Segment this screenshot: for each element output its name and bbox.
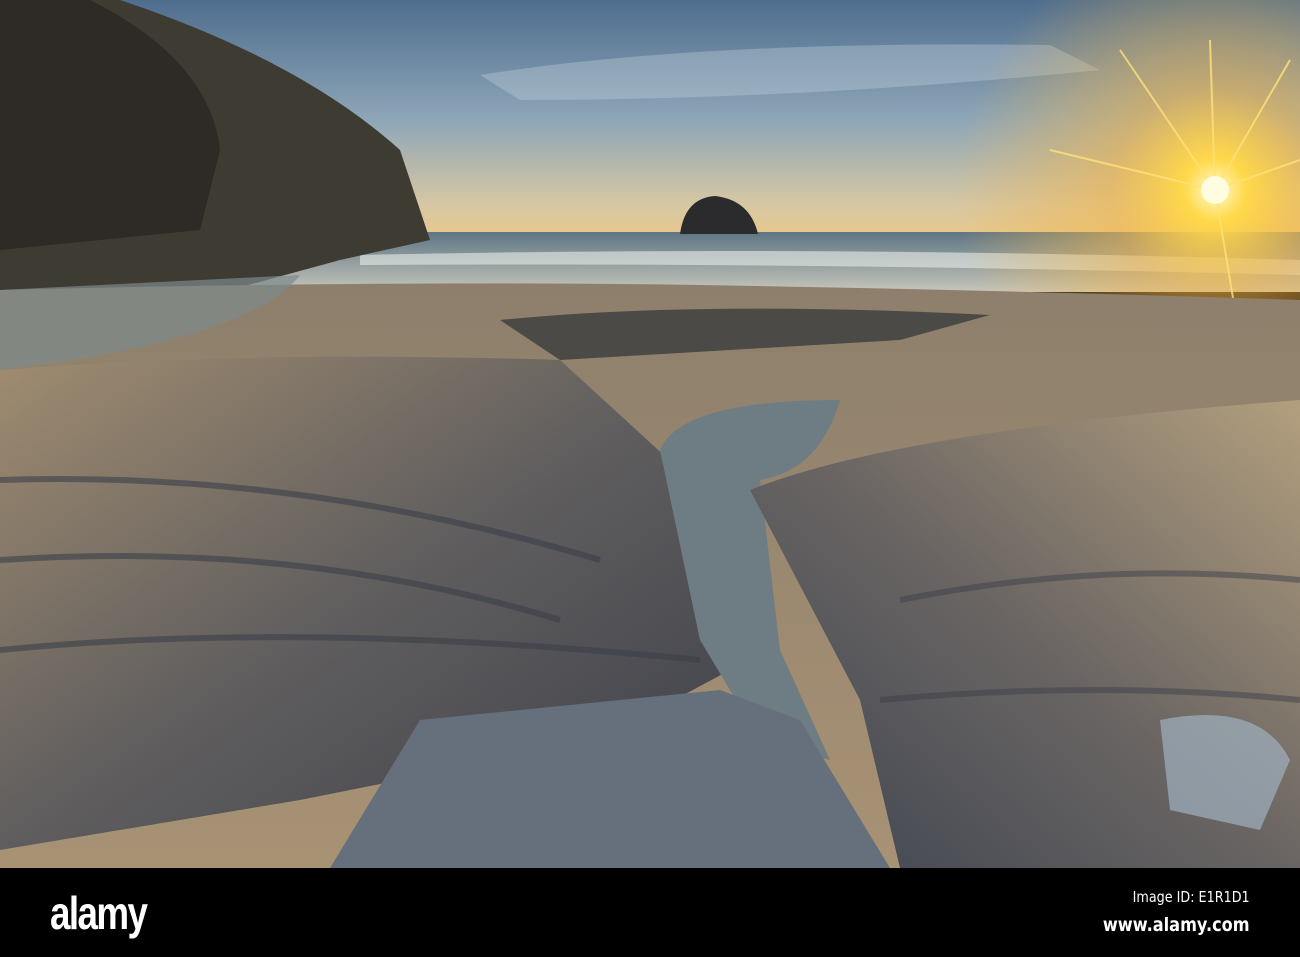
alamy-logo: alamy [50, 887, 148, 939]
stock-photo: alamy Image ID: E1R1D1 www.alamy.com [0, 0, 1300, 957]
watermark-bar: alamy Image ID: E1R1D1 www.alamy.com [0, 868, 1300, 957]
alamy-url: www.alamy.com [1103, 914, 1250, 936]
image-id-label: Image ID: E1R1D1 [1133, 888, 1250, 906]
coastal-sunset-photo [0, 0, 1300, 868]
